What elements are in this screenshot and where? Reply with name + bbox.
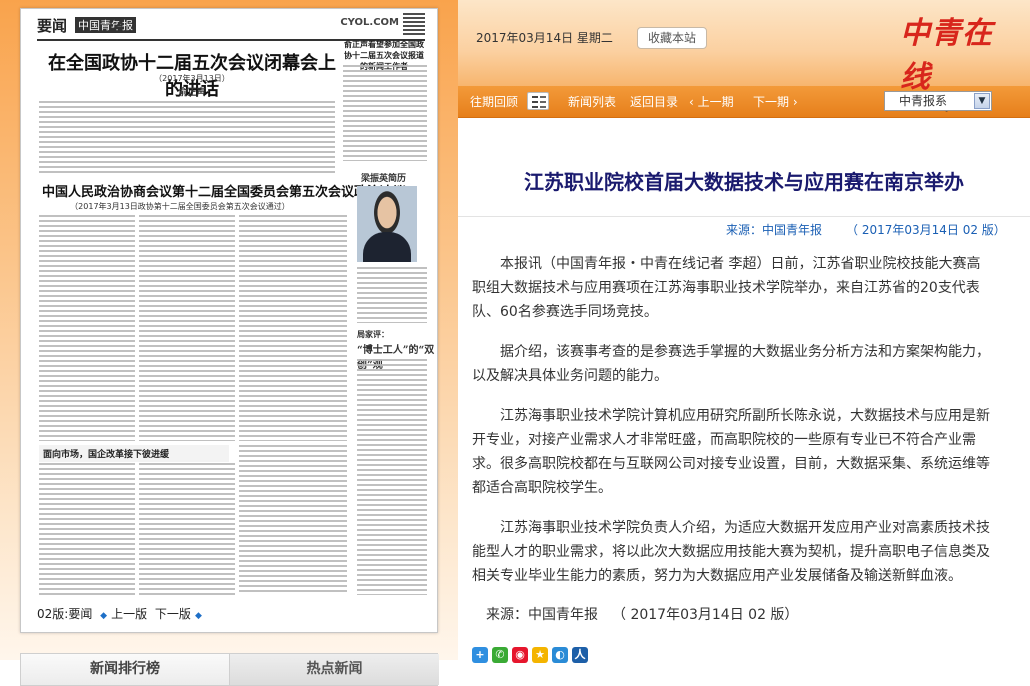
paper-footer-nav: 02版:要闻 ◆ 上一版 下一版 ◆ [37, 605, 206, 622]
paper-section: 要闻 [37, 17, 68, 35]
article-paragraph: 据介绍，该赛事考查的是参赛选手掌握的大数据业务分析方法和方案架构能力，以及解决具… [472, 344, 990, 384]
qr-code-icon [403, 13, 425, 35]
paper-text-block [39, 101, 335, 173]
renren-icon[interactable]: 人 [572, 647, 588, 663]
nav-prev-edition-label: 上一期 [697, 95, 734, 109]
nav-past-review[interactable]: 往期回顾 [470, 93, 518, 110]
chevron-left-icon: ‹ [689, 95, 698, 109]
nav-next-edition-label: 下一期 [753, 95, 790, 109]
paper-text-block [39, 463, 135, 595]
chevron-right-icon: › [789, 95, 798, 109]
arrow-right-icon: ◆ [194, 611, 202, 621]
paper-select[interactable]: 中青报系 ▼ [884, 91, 992, 111]
paper-market-title: 面向市场，国企改革接下彼进缓 [39, 445, 229, 462]
article-body: 本报讯（中国青年报・中青在线记者 李超）日前，江苏省职业院校技能大赛高职组大数据… [472, 252, 994, 604]
portrait-photo [357, 186, 417, 262]
article-source: 来源：中国青年报 [726, 223, 823, 237]
nav-next-edition[interactable]: 下一期 › [753, 93, 798, 110]
newspaper-page-image[interactable]: 要闻 中国青年报 2 CYOL.COM 在全国政协十二届五次会议闭幕会上的讲话 … [20, 8, 438, 633]
tab-hot-news[interactable]: 热点新闻 [230, 654, 439, 685]
paper-text-block [239, 215, 347, 441]
paper-column-label: 局家评： [357, 330, 389, 339]
paper-header: 要闻 中国青年报 2 CYOL.COM [37, 13, 425, 41]
article-meta: 来源：中国青年报 （ 2017年03月14日 02 版） [726, 221, 1030, 238]
article-date: （ 2017年03月14日 02 版） [846, 223, 1006, 237]
article-footer-source-label: 来源：中国青年报 [486, 607, 598, 623]
favorite-button[interactable]: 收藏本站 [637, 27, 707, 49]
paper-name: 中国青年报 [75, 17, 136, 33]
nav-news-list[interactable]: 新闻列表 [568, 93, 616, 110]
nav-back-to-index[interactable]: 返回目录 [630, 93, 678, 110]
paper-prev-page[interactable]: 上一版 [111, 607, 147, 621]
paper-site: CYOL.COM [340, 17, 399, 28]
paper-current-edition[interactable]: 02版:要闻 [37, 607, 92, 621]
article-paragraph: 江苏海事职业技术学院负责人介绍，为适应大数据开发应用产业对高素质技术技能型人才的… [472, 520, 990, 584]
weibo-icon[interactable]: ◉ [512, 647, 528, 663]
qzone-icon[interactable]: ★ [532, 647, 548, 663]
logo-text: 中青在线 [900, 16, 993, 95]
article-paragraph: 本报讯（中国青年报・中青在线记者 李超）日前，江苏省职业院校技能大赛高职组大数据… [472, 256, 981, 320]
list-icon[interactable] [527, 92, 549, 110]
paper-select-value: 中青报系 [899, 94, 948, 108]
paper-next-page[interactable]: 下一版 [155, 607, 191, 621]
wechat-icon[interactable]: ✆ [492, 647, 508, 663]
paper-headline-1-author: 俞正声 [178, 88, 206, 98]
paper-page-number: 2 [113, 15, 124, 33]
paper-text-block [139, 463, 235, 595]
paper-text-block [39, 215, 135, 441]
article-divider [458, 216, 1030, 217]
share-bar: + ✆ ◉ ★ ◐ 人 [472, 643, 592, 663]
paper-headline-1-date: （2017年3月13日） [154, 74, 230, 83]
news-tabs: 新闻排行榜 热点新闻 [20, 653, 439, 686]
tab-news-ranking[interactable]: 新闻排行榜 [21, 654, 230, 685]
nav-prev-edition[interactable]: ‹ 上一期 [689, 93, 734, 110]
paper-headline-2-sub: （2017年3月13日政协第十二届全国委员会第五次会议通过） [70, 202, 290, 211]
article-paragraph: 江苏海事职业技术学院计算机应用研究所副所长陈永说，大数据技术与应用是新开专业，对… [472, 408, 990, 496]
share-plus-icon[interactable]: + [472, 647, 488, 663]
site-logo[interactable]: 中青在线 www.cyol.com [900, 8, 1010, 112]
article-footer-source: 来源：中国青年报 （ 2017年03月14日 02 版） [486, 604, 812, 624]
chevron-down-icon: ▼ [974, 93, 990, 109]
paper-text-block [357, 359, 427, 595]
paper-bio-title: 梁振英简历 [361, 174, 407, 184]
paper-text-block [239, 445, 347, 595]
paper-text-block [139, 215, 235, 441]
article-title: 江苏职业院校首届大数据技术与应用赛在南京举办 [524, 170, 964, 194]
article-footer-date: （ 2017年03月14日 02 版） [612, 607, 799, 623]
paper-headline-2: 中国人民政治协商会议第十二届全国委员会第五次会议政治决议 [41, 185, 406, 200]
paper-text-block [357, 267, 427, 323]
current-date: 2017年03月14日 星期二 [476, 31, 613, 45]
paper-text-block [343, 65, 427, 161]
tencent-weibo-icon[interactable]: ◐ [552, 647, 568, 663]
arrow-left-icon: ◆ [100, 611, 108, 621]
